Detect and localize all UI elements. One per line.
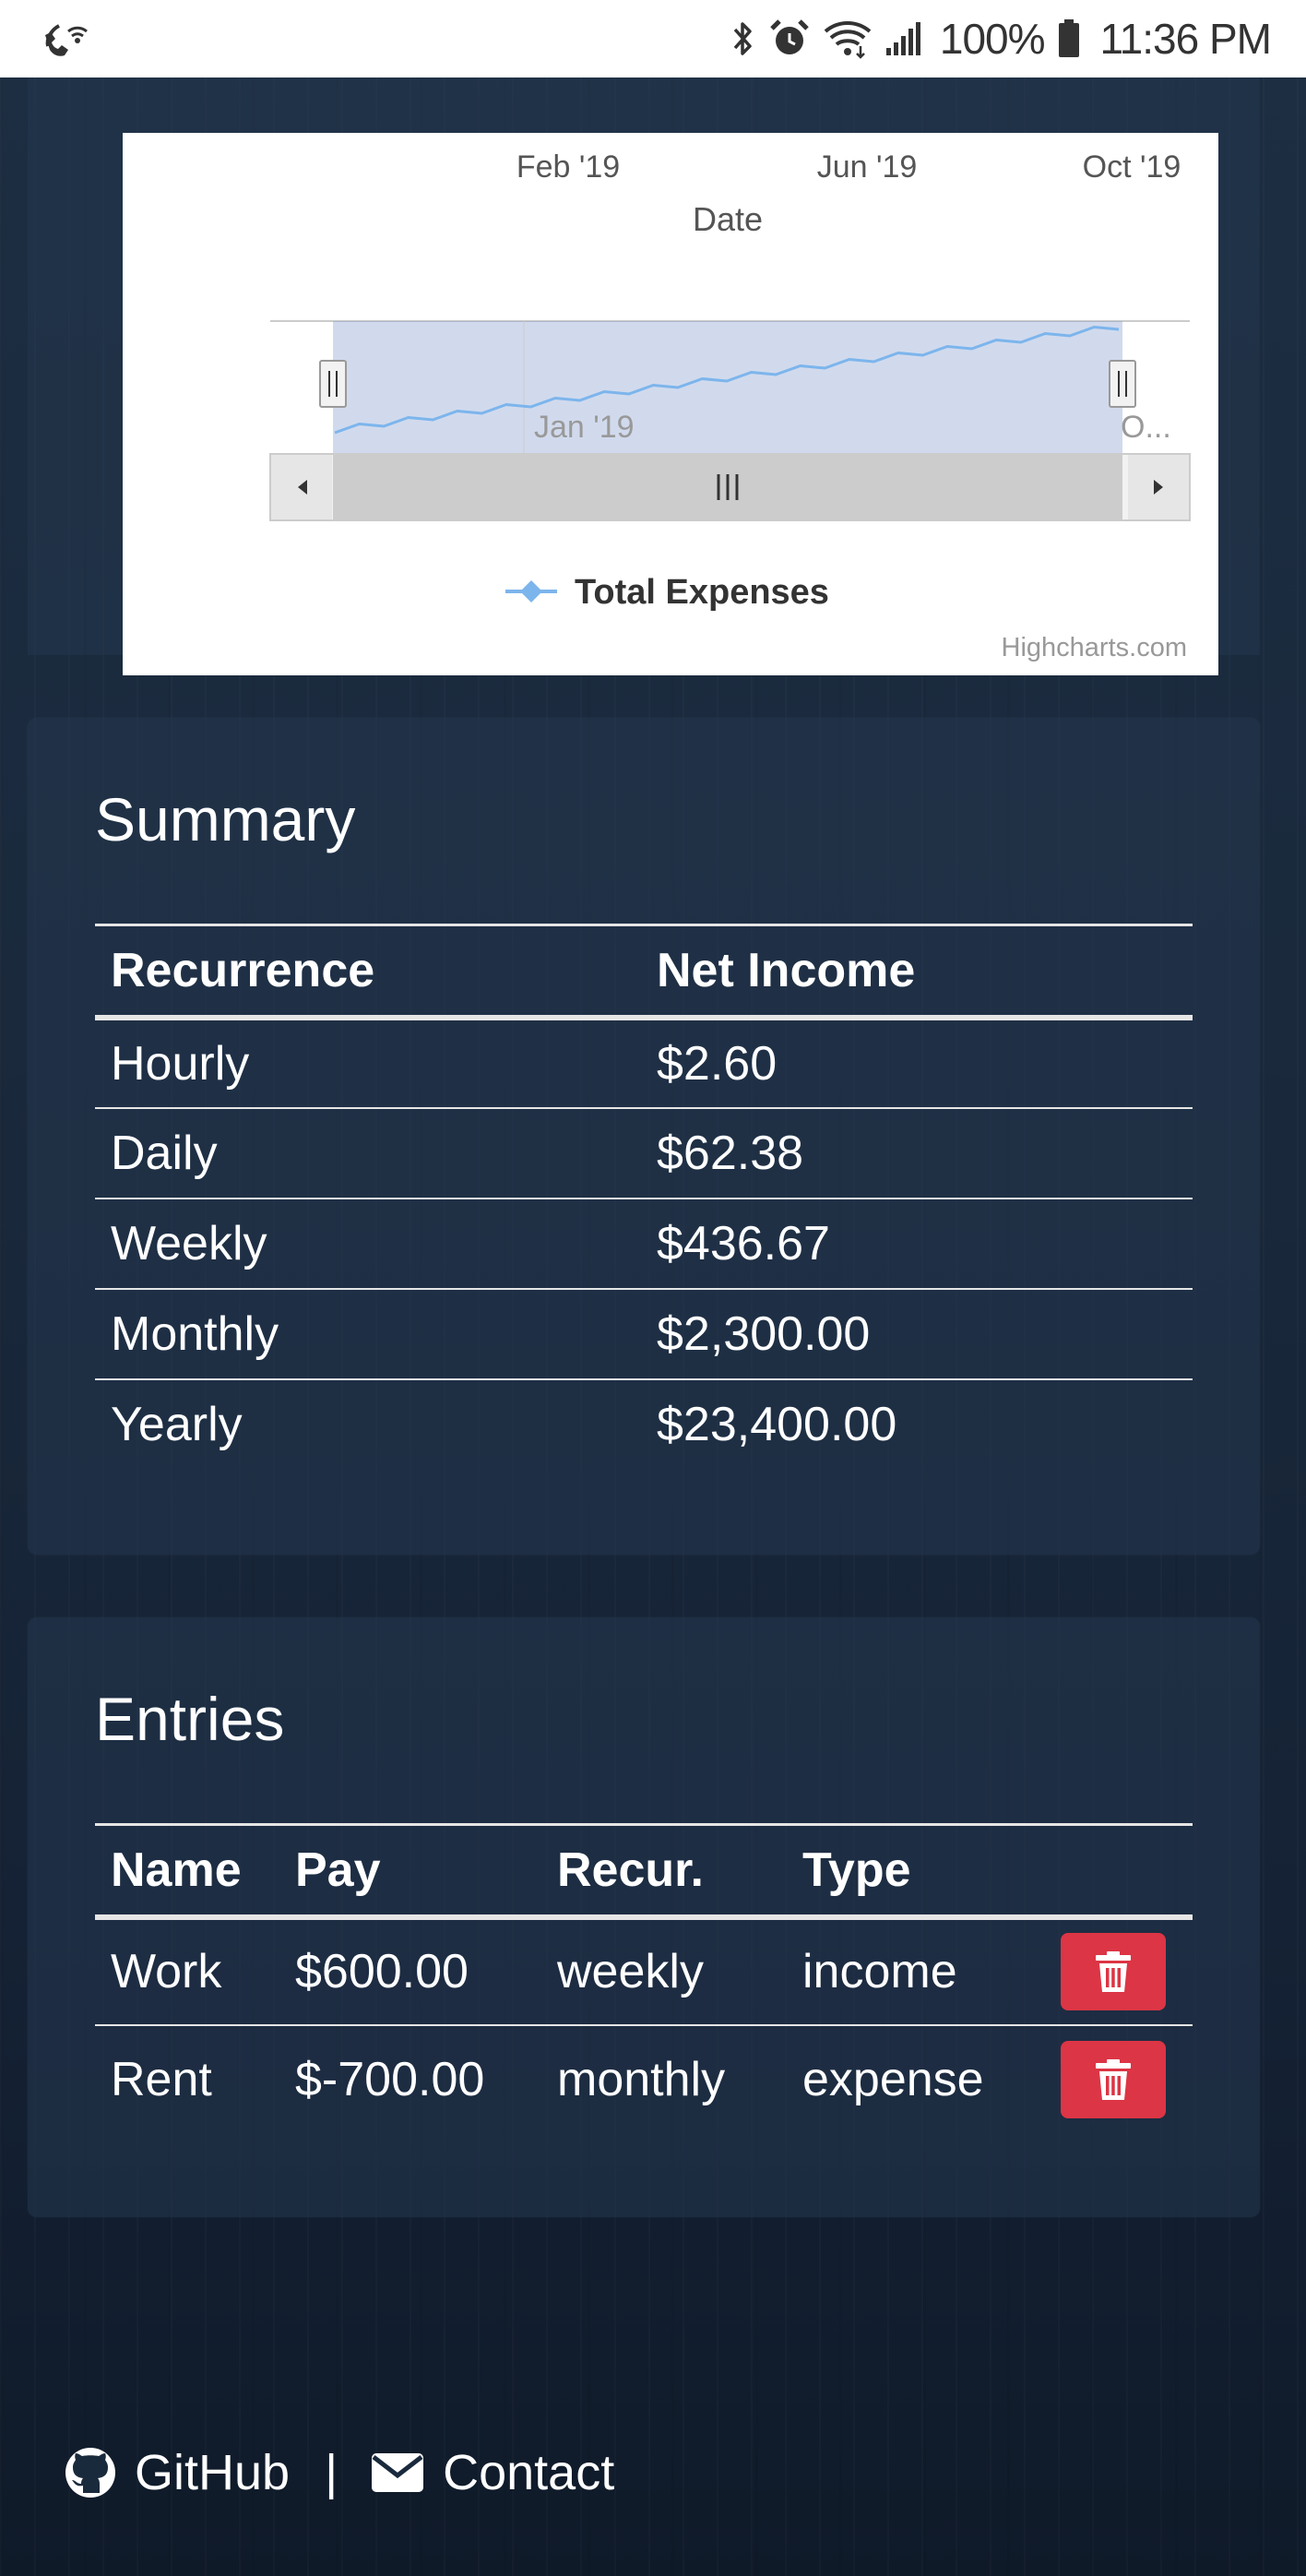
- navigator-handle-left[interactable]: [319, 360, 347, 408]
- clock-time: 11:36 PM: [1099, 15, 1272, 63]
- entry-actions-cell: [1036, 1916, 1193, 2026]
- navigator-tick-label: Jan '19: [534, 410, 635, 445]
- github-link[interactable]: GitHub: [65, 2444, 290, 2501]
- column-header-recurrence: Recurrence: [95, 924, 641, 1020]
- recurrence-cell: Yearly: [111, 1398, 243, 1451]
- table-row: Monthly $2,300.00: [95, 1288, 1193, 1380]
- chart-panel: Feb '19 Jun '19 Oct '19 Date Jan '19 O..…: [28, 55, 1260, 675]
- net-income-cell: $2.60: [641, 1017, 1193, 1109]
- x-tick-label: Oct '19: [1083, 149, 1181, 185]
- navigator-tick-label: O...: [1121, 410, 1171, 445]
- summary-table: Recurrence Net Income Hourly $2.60 Daily…: [95, 924, 1193, 1470]
- x-axis-title: Date: [693, 200, 763, 238]
- signal-icon: [885, 20, 921, 57]
- delete-entry-button[interactable]: [1061, 2040, 1166, 2118]
- table-row: Yearly $23,400.00: [95, 1379, 1193, 1470]
- x-tick-label: Jun '19: [817, 149, 918, 185]
- alarm-icon: [768, 18, 811, 60]
- footer: GitHub | Contact: [65, 2440, 614, 2505]
- entry-actions-cell: [1036, 2025, 1193, 2133]
- column-header-recur: Recur.: [541, 1823, 787, 1920]
- envelope-icon: [371, 2451, 424, 2494]
- chart-credit-link[interactable]: Highcharts.com: [1002, 633, 1187, 663]
- scroll-right-button[interactable]: [1128, 455, 1189, 519]
- bluetooth-icon: [731, 18, 755, 59]
- summary-title: Summary: [95, 785, 356, 853]
- net-income-cell: $2,300.00: [641, 1288, 1193, 1380]
- entries-card: Entries Name Pay Recur. Type Work $600.0…: [28, 1617, 1260, 2217]
- column-header-actions: [1036, 1823, 1193, 1920]
- entry-recur-cell: monthly: [557, 2052, 726, 2106]
- column-header-net-income: Net Income: [641, 924, 1193, 1020]
- scroll-left-button[interactable]: [271, 455, 332, 519]
- table-row: Rent $-700.00 monthly expense: [95, 2025, 1193, 2133]
- table-row: Hourly $2.60: [95, 1017, 1193, 1109]
- entry-type-cell: expense: [802, 2052, 984, 2106]
- entry-name-cell: Rent: [111, 2052, 212, 2106]
- table-header-row: Recurrence Net Income: [95, 924, 1193, 1020]
- github-icon: [65, 2447, 116, 2498]
- table-row: Work $600.00 weekly income: [95, 1916, 1193, 2026]
- recurrence-cell: Monthly: [95, 1288, 641, 1380]
- battery-icon: [1058, 19, 1080, 58]
- wifi-calling-icon: [42, 18, 89, 59]
- entries-title: Entries: [95, 1685, 285, 1753]
- entry-type-cell: income: [787, 1916, 1036, 2026]
- net-income-cell: $23,400.00: [657, 1398, 897, 1451]
- legend-diamond-icon: [520, 580, 542, 602]
- github-label: GitHub: [135, 2445, 291, 2500]
- entry-pay-cell: $-700.00: [295, 2052, 485, 2106]
- recurrence-cell: Hourly: [95, 1017, 641, 1109]
- entry-name-cell: Work: [95, 1916, 279, 2026]
- footer-separator: |: [325, 2445, 338, 2500]
- table-row: Weekly $436.67: [95, 1198, 1193, 1290]
- contact-link[interactable]: Contact: [371, 2444, 614, 2501]
- column-header-name: Name: [95, 1823, 279, 1920]
- status-bar: 100% 11:36 PM: [0, 0, 1306, 78]
- trash-icon: [1096, 1951, 1131, 1992]
- chart-navigator[interactable]: Jan '19 O...: [270, 320, 1190, 454]
- column-header-pay: Pay: [279, 1823, 541, 1920]
- column-header-type: Type: [787, 1823, 1036, 1920]
- entry-recur-cell: weekly: [541, 1916, 787, 2026]
- table-row: Daily $62.38: [95, 1107, 1193, 1199]
- x-tick-label: Feb '19: [516, 149, 620, 185]
- battery-percentage: 100%: [939, 15, 1046, 63]
- recurrence-cell: Weekly: [95, 1198, 641, 1290]
- net-income-cell: $62.38: [641, 1107, 1193, 1199]
- contact-label: Contact: [443, 2445, 615, 2500]
- legend-item-label[interactable]: Total Expenses: [575, 573, 829, 612]
- net-income-cell: $436.67: [641, 1198, 1193, 1290]
- trash-icon: [1096, 2058, 1131, 2100]
- chart-legend[interactable]: Total Expenses: [505, 573, 829, 612]
- summary-card: Summary Recurrence Net Income Hourly $2.…: [28, 718, 1260, 1555]
- navigator-handle-right[interactable]: [1109, 360, 1136, 408]
- entry-pay-cell: $600.00: [279, 1916, 541, 2026]
- delete-entry-button[interactable]: [1061, 1933, 1166, 2010]
- expenses-chart: Feb '19 Jun '19 Oct '19 Date Jan '19 O..…: [269, 149, 1191, 612]
- recurrence-cell: Daily: [95, 1107, 641, 1199]
- wifi-icon: [824, 18, 872, 59]
- table-header-row: Name Pay Recur. Type: [95, 1823, 1193, 1920]
- entries-table: Name Pay Recur. Type Work $600.00 weekly…: [95, 1823, 1193, 2133]
- chart-scrollbar[interactable]: [269, 453, 1191, 521]
- chart-box: Feb '19 Jun '19 Oct '19 Date Jan '19 O..…: [123, 133, 1218, 675]
